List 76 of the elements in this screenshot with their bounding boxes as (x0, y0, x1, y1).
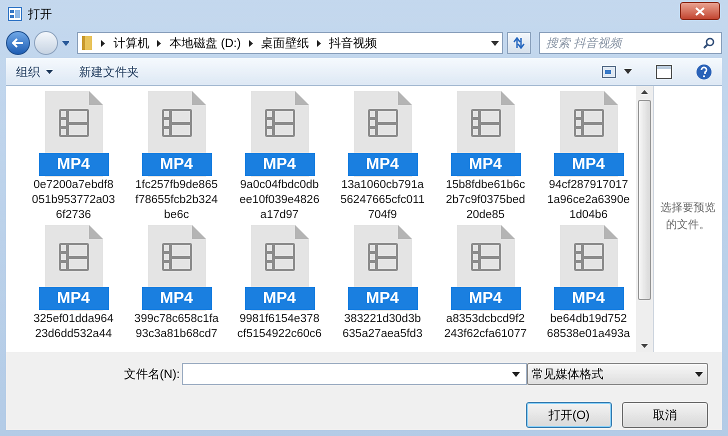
breadcrumb[interactable]: 本地磁盘 (D:) (169, 34, 241, 52)
file-type-badge: MP4 (554, 287, 624, 310)
chevron-icon[interactable] (316, 40, 321, 46)
file-name[interactable]: 9a0c04fbdc0db ee10f039e4826 a17d97 (240, 178, 320, 223)
window-icon (8, 7, 22, 21)
back-button[interactable] (6, 31, 30, 55)
preview-pane-icon[interactable] (656, 64, 672, 78)
chevron-icon[interactable] (248, 40, 253, 46)
file-item[interactable]: MP4 383221d30d3b 635a27aea5fd3 (331, 225, 434, 342)
file-name[interactable]: 399c78c658c1fa 93c3a81b68cd7 (134, 312, 219, 342)
file-item[interactable]: MP4 9a0c04fbdc0db ee10f039e4826 a17d97 (228, 91, 331, 223)
scrollbar[interactable] (636, 86, 653, 352)
search-input[interactable]: 搜索 抖音视频 (546, 33, 704, 53)
file-type-badge: MP4 (142, 287, 212, 310)
dropdown-arrow-icon[interactable] (491, 40, 500, 46)
dropdown-arrow-icon (512, 372, 520, 376)
file-type-dropdown[interactable]: 常见媒体格式 (526, 363, 708, 385)
breadcrumb[interactable]: 抖音视频 (328, 34, 377, 52)
breadcrumb[interactable]: 计算机 (113, 34, 150, 52)
file-item[interactable]: MP4 15b8fdbe61b6c 2b7c9f0375bed 20de85 (434, 91, 537, 223)
file-item[interactable]: MP4 13a1060cb791a 56247665cfc011 704f9 (331, 91, 434, 223)
file-name[interactable]: 9981f6154e378 cf5154922c60c6 (237, 312, 322, 342)
file-type-badge: MP4 (348, 153, 418, 176)
file-item[interactable]: MP4 0e7200a7ebdf8 051b953772a03 6f2736 (22, 91, 125, 223)
chevron-icon[interactable] (157, 40, 162, 46)
cancel-button[interactable]: 取消 (622, 402, 708, 428)
view-icon (602, 66, 616, 78)
file-item[interactable]: MP4 94cf287917017 1a96ce2a6390e 1d04b6 (537, 91, 636, 223)
file-type-badge: MP4 (348, 287, 418, 310)
filename-field[interactable] (182, 363, 527, 385)
toolbar-button[interactable]: 组织 (16, 62, 53, 80)
refresh-button[interactable] (507, 32, 532, 54)
refresh-icon (512, 37, 526, 49)
scroll-down-arrow-icon[interactable] (641, 344, 648, 348)
scroll-up-arrow-icon[interactable] (641, 90, 648, 94)
filename-label: 文件名(N): (122, 366, 180, 383)
file-name[interactable]: 94cf287917017 1a96ce2a6390e 1d04b6 (547, 178, 630, 223)
toolbar-button[interactable]: 新建文件夹 (79, 62, 139, 80)
file-name[interactable]: be64db19d752 68538e01a493a (546, 312, 630, 342)
back-arrow-icon (12, 38, 24, 48)
file-type-badge: MP4 (244, 287, 314, 310)
file-item[interactable]: MP4 be64db19d752 68538e01a493a (537, 225, 636, 342)
file-type-badge: MP4 (142, 153, 212, 176)
file-item[interactable]: MP4 9981f6154e378 cf5154922c60c6 (228, 225, 331, 342)
file-name[interactable]: 383221d30d3b 635a27aea5fd3 (342, 312, 422, 342)
folder-icon (81, 35, 94, 51)
help-icon[interactable] (696, 64, 712, 80)
search-icon (703, 37, 716, 49)
breadcrumb[interactable]: 桌面壁纸 (260, 34, 309, 52)
file-name[interactable]: 0e7200a7ebdf8 051b953772a03 6f2736 (32, 178, 116, 223)
file-type-badge: MP4 (38, 287, 108, 310)
dropdown-arrow-icon (695, 372, 703, 376)
view-options-button[interactable] (602, 66, 632, 78)
file-item[interactable]: MP4 325ef01dda964 23d6dd532a44 (22, 225, 125, 342)
file-name[interactable]: 325ef01dda964 23d6dd532a44 (34, 312, 114, 342)
file-type-badge: MP4 (554, 153, 624, 176)
dropdown-arrow-icon (624, 69, 632, 74)
file-name[interactable]: 15b8fdbe61b6c 2b7c9f0375bed 20de85 (446, 178, 526, 223)
file-item[interactable]: MP4 399c78c658c1fa 93c3a81b68cd7 (125, 225, 228, 342)
file-type-badge: MP4 (244, 153, 314, 176)
file-type-badge: MP4 (450, 153, 520, 176)
close-button[interactable] (680, 2, 720, 20)
close-icon (695, 6, 705, 16)
file-type-badge: MP4 (450, 287, 520, 310)
open-button[interactable]: 打开(O) (526, 402, 612, 428)
address-bar[interactable]: 计算机 本地磁盘 (D:) 桌面壁纸 抖音视频 (77, 32, 504, 54)
search-field[interactable]: 搜索 抖音视频 (539, 32, 722, 54)
chevron-icon[interactable] (101, 40, 106, 46)
window-title: 打开 (28, 6, 52, 23)
preview-message: 选择要预览的文件。 (660, 201, 716, 233)
file-item[interactable]: MP4 a8353dcbcd9f2 243f62cfa61077 (434, 225, 537, 342)
file-name[interactable]: a8353dcbcd9f2 243f62cfa61077 (444, 312, 527, 342)
file-type-badge: MP4 (38, 153, 108, 176)
file-item[interactable]: MP4 1fc257fb9de865 f78655fcb2b324 be6c (125, 91, 228, 223)
file-name[interactable]: 1fc257fb9de865 f78655fcb2b324 be6c (135, 178, 218, 223)
file-name[interactable]: 13a1060cb791a 56247665cfc011 704f9 (340, 178, 425, 223)
